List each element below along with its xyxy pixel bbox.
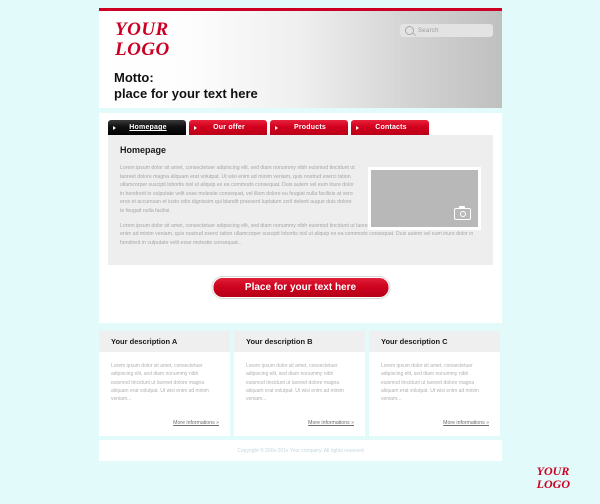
search-box[interactable]: Search bbox=[400, 24, 493, 37]
description-columns: Your description A Lorem ipsum dolor sit… bbox=[99, 331, 502, 436]
column-text: Lorem ipsum dolor sit amet, consectetuer… bbox=[381, 363, 479, 403]
site-logo[interactable]: YOUR LOGO bbox=[115, 20, 170, 60]
description-column-b: Your description B Lorem ipsum dolor sit… bbox=[234, 331, 365, 436]
more-informations-link[interactable]: More informations » bbox=[308, 420, 354, 426]
page-root: YOUR LOGO Motto: place for your text her… bbox=[0, 0, 600, 504]
main-navigation: Homepage Our offer Products Contacts bbox=[108, 120, 429, 135]
site-motto: Motto: place for your text here bbox=[114, 70, 258, 102]
column-title: Your description A bbox=[99, 331, 230, 352]
column-title: Your description B bbox=[234, 331, 365, 352]
content-paragraph-1: Lorem ipsum dolor sit amet, consectetuer… bbox=[120, 165, 355, 214]
footer-logo[interactable]: YOUR LOGO bbox=[537, 465, 570, 491]
description-column-c: Your description C Lorem ipsum dolor sit… bbox=[369, 331, 500, 436]
call-to-action-button[interactable]: Place for your text here bbox=[212, 277, 389, 298]
more-informations-link[interactable]: More informations » bbox=[173, 420, 219, 426]
page-title: Homepage bbox=[120, 145, 167, 155]
site-header: YOUR LOGO Motto: place for your text her… bbox=[99, 8, 502, 108]
content-box: Homepage Lorem ipsum dolor sit amet, con… bbox=[108, 135, 493, 265]
nav-label: Our offer bbox=[213, 124, 245, 131]
nav-item-products[interactable]: Products bbox=[270, 120, 348, 135]
nav-item-homepage[interactable]: Homepage bbox=[108, 120, 186, 135]
description-column-a: Your description A Lorem ipsum dolor sit… bbox=[99, 331, 230, 436]
search-icon bbox=[405, 26, 414, 35]
main-panel: Homepage Our offer Products Contacts Hom… bbox=[99, 113, 502, 323]
nav-item-contacts[interactable]: Contacts bbox=[351, 120, 429, 135]
column-text: Lorem ipsum dolor sit amet, consectetuer… bbox=[111, 363, 209, 403]
nav-label: Homepage bbox=[129, 124, 167, 131]
motto-line-1: Motto: bbox=[114, 70, 154, 85]
logo-line-1: YOUR bbox=[115, 19, 169, 40]
copyright-text: Copyright © 200x-201x Your company. All … bbox=[237, 447, 364, 454]
column-text: Lorem ipsum dolor sit amet, consectetuer… bbox=[246, 363, 344, 403]
image-placeholder-inner bbox=[371, 170, 478, 227]
nav-label: Contacts bbox=[375, 124, 407, 131]
footer-logo-line-2: LOGO bbox=[536, 477, 570, 491]
nav-label: Products bbox=[294, 124, 326, 131]
site-footer: Copyright © 200x-201x Your company. All … bbox=[99, 440, 502, 461]
motto-line-2: place for your text here bbox=[114, 86, 258, 101]
search-input[interactable]: Search bbox=[418, 28, 439, 34]
more-informations-link[interactable]: More informations » bbox=[443, 420, 489, 426]
nav-item-our-offer[interactable]: Our offer bbox=[189, 120, 267, 135]
camera-icon bbox=[454, 205, 471, 220]
image-placeholder[interactable] bbox=[368, 167, 481, 230]
logo-line-2: LOGO bbox=[115, 39, 170, 60]
column-title: Your description C bbox=[369, 331, 500, 352]
